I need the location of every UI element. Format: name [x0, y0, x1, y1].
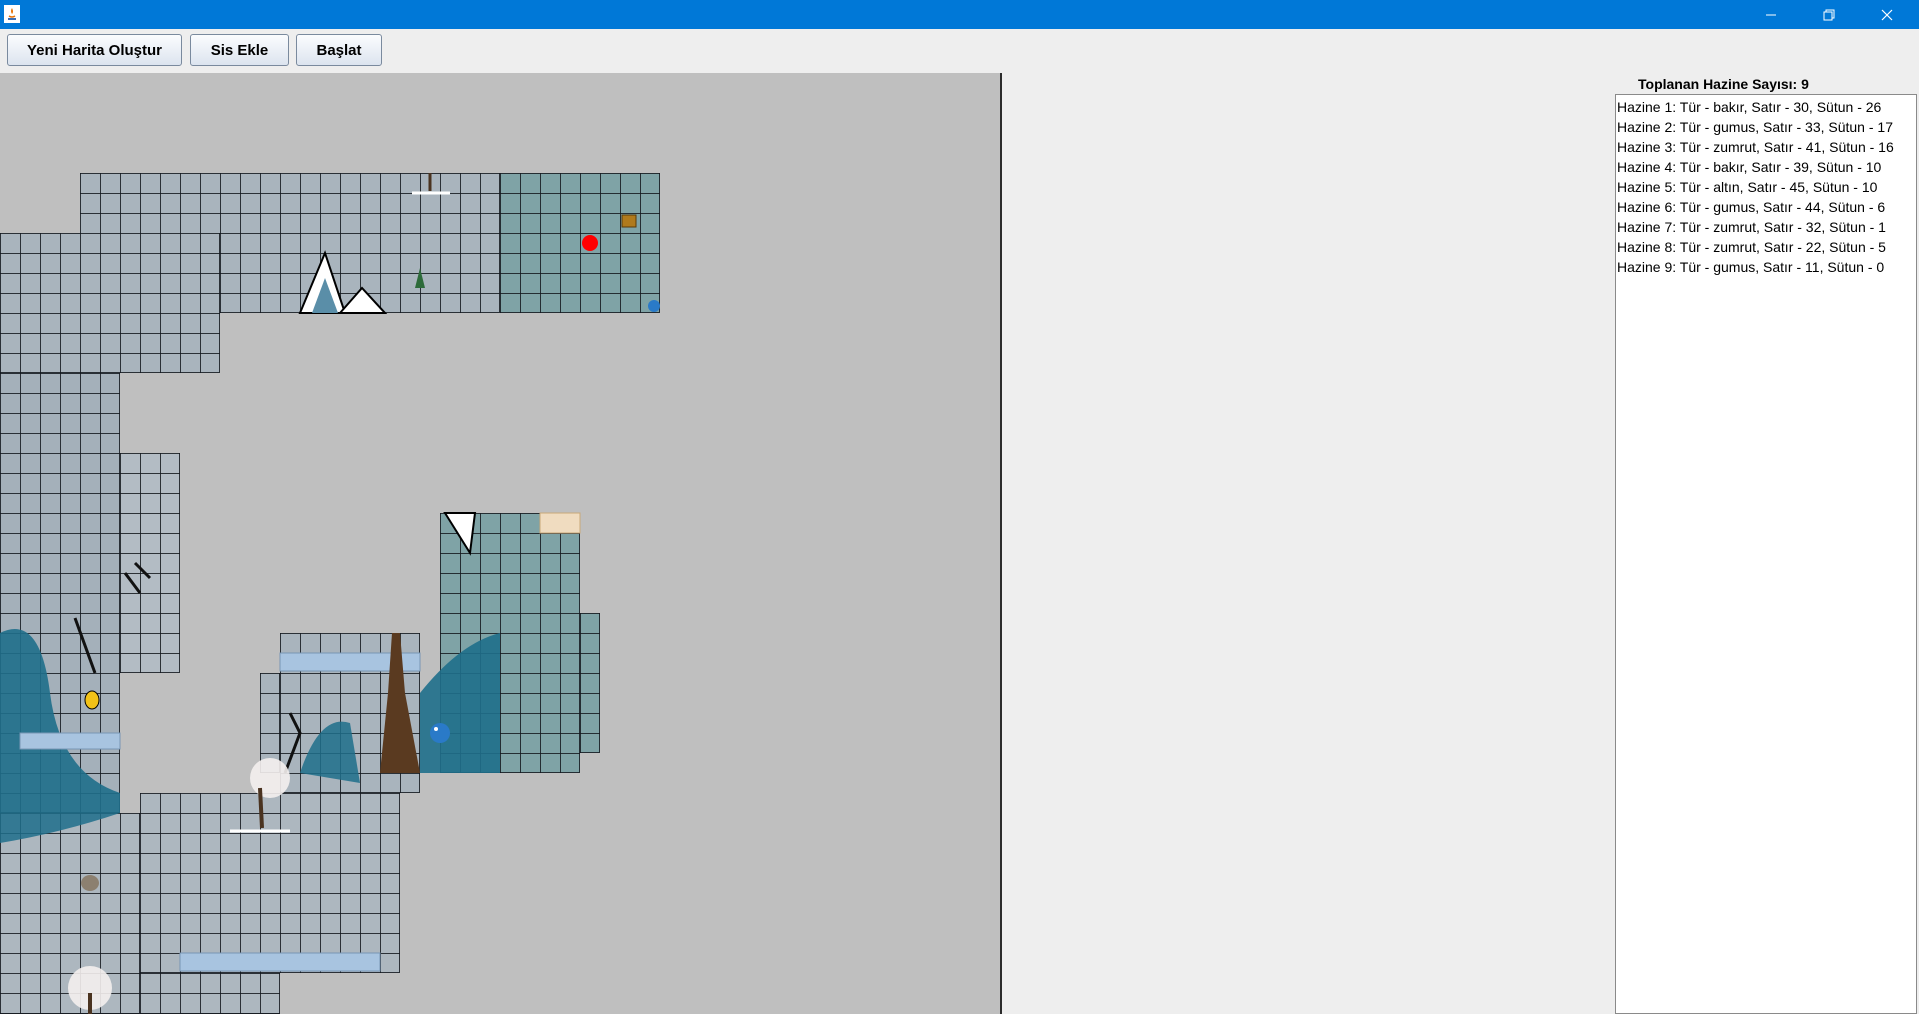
ice-wall-icon: [179, 952, 381, 972]
treasure-count-label: Toplanan Hazine Sayısı: 9: [1638, 76, 1809, 92]
minimize-icon: [1766, 14, 1776, 15]
map-panel: [0, 73, 1002, 1014]
ice-spike-icon: [443, 512, 477, 556]
minimize-button[interactable]: [1742, 0, 1800, 29]
title-bar: [0, 0, 1919, 29]
bee-icon: [84, 690, 100, 710]
snow-tree-icon: [230, 758, 290, 833]
new-map-button[interactable]: Yeni Harita Oluştur: [7, 34, 182, 66]
restore-icon: [1823, 9, 1835, 20]
treasure-list[interactable]: Hazine 1: Tür - bakır, Satır - 30, Sütun…: [1615, 94, 1917, 1014]
list-item[interactable]: Hazine 6: Tür - gumus, Satır - 44, Sütun…: [1617, 197, 1916, 217]
ice-wave-icon: [420, 633, 500, 773]
list-item[interactable]: Hazine 4: Tür - bakır, Satır - 39, Sütun…: [1617, 157, 1916, 177]
list-item[interactable]: Hazine 2: Tür - gumus, Satır - 33, Sütun…: [1617, 117, 1916, 137]
list-item[interactable]: Hazine 8: Tür - zumrut, Satır - 22, Sütu…: [1617, 237, 1916, 257]
brick-wall-icon: [539, 512, 581, 534]
ice-wall-icon: [19, 732, 121, 750]
restore-button[interactable]: [1800, 0, 1858, 29]
list-item[interactable]: Hazine 1: Tür - bakır, Satır - 30, Sütun…: [1617, 97, 1916, 117]
list-item[interactable]: Hazine 5: Tür - altın, Satır - 45, Sütun…: [1617, 177, 1916, 197]
add-fog-button[interactable]: Sis Ekle: [190, 34, 289, 66]
rock-icon: [81, 875, 99, 891]
list-item[interactable]: Hazine 9: Tür - gumus, Satır - 11, Sütun…: [1617, 257, 1916, 277]
close-icon: [1881, 9, 1893, 20]
toolbar: Yeni Harita Oluştur Sis Ekle Başlat: [0, 29, 1919, 73]
start-button[interactable]: Başlat: [296, 34, 382, 66]
ice-wave-icon: [0, 629, 120, 813]
bird-icon: [430, 723, 450, 743]
red-dot-player: [582, 235, 598, 251]
branch-icon: [73, 561, 152, 674]
chest-icon: [621, 214, 637, 228]
list-item[interactable]: Hazine 3: Tür - zumrut, Satır - 41, Sütu…: [1617, 137, 1916, 157]
tree-icon: [415, 268, 425, 288]
snow-tree-icon: [68, 966, 112, 1014]
close-button[interactable]: [1858, 0, 1916, 29]
list-item[interactable]: Hazine 7: Tür - zumrut, Satır - 32, Sütu…: [1617, 217, 1916, 237]
bird-icon: [648, 300, 660, 312]
java-app-icon: [4, 5, 20, 23]
map-scenery: [0, 173, 660, 1014]
